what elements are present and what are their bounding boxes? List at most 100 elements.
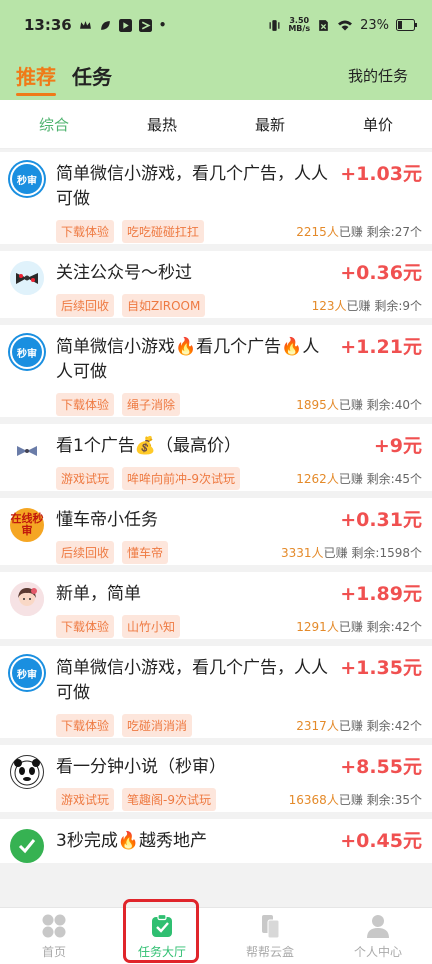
nav-profile-label: 个人中心	[353, 944, 402, 959]
task-card[interactable]: 秒审 简单微信小游戏，看几个广告，人人可做 +1.03元 下载体验 吃吃碰碰扛扛…	[0, 152, 432, 251]
task-title: 懂车帝小任务	[56, 510, 158, 530]
task-type-tag: 游戏试玩	[56, 466, 115, 490]
task-title: 看一分钟小说（秒审）	[56, 757, 226, 777]
task-app-tag: 懂车帝	[122, 540, 169, 564]
task-app-tag: 吃吃碰碰扛扛	[122, 219, 205, 243]
task-type-tag: 下载体验	[56, 713, 115, 737]
phone-box-icon	[262, 914, 280, 938]
app-icon	[138, 18, 152, 32]
task-price: +8.55元	[340, 756, 422, 778]
task-avatar: 秒审	[10, 335, 44, 369]
task-app-tag: 山竹小知	[122, 614, 181, 638]
task-avatar	[10, 829, 44, 863]
task-card[interactable]: 看一分钟小说（秒审） +8.55元 游戏试玩 笔趣阁-9次试玩 16368人已赚…	[0, 745, 432, 819]
task-avatar	[10, 261, 44, 295]
task-stats: 1895人已赚 剩余:40个	[296, 397, 422, 412]
tab-tasks[interactable]: 任务	[72, 61, 112, 90]
top-header: 推荐 任务 我的任务	[0, 50, 432, 100]
nav-profile[interactable]: 个人中心	[324, 908, 432, 964]
task-stats: 2215人已赚 剩余:27个	[296, 224, 422, 239]
task-stats: 2317人已赚 剩余:42个	[296, 718, 422, 733]
task-type-tag: 下载体验	[56, 219, 115, 243]
task-card[interactable]: 关注公众号～秒过 +0.36元 后续回收 自如ZIROOM 123人已赚 剩余:…	[0, 251, 432, 325]
home-grid-icon	[42, 914, 66, 937]
task-avatar: 在线秒审	[10, 508, 44, 542]
task-card[interactable]: 看1个广告💰（最高价） +9元 游戏试玩 哞哞向前冲-9次试玩 1262人已赚 …	[0, 424, 432, 498]
task-avatar	[10, 434, 44, 468]
task-list[interactable]: 秒审 简单微信小游戏，看几个广告，人人可做 +1.03元 下载体验 吃吃碰碰扛扛…	[0, 152, 432, 908]
filter-bar: 综合 最热 最新 单价	[0, 100, 432, 149]
task-card[interactable]: 新单，简单 +1.89元 下载体验 山竹小知 1291人已赚 剩余:42个	[0, 572, 432, 646]
task-card[interactable]: 秒审 简单微信小游戏🔥看几个广告🔥人人可做 +1.21元 下载体验 绳子消除 1…	[0, 325, 432, 424]
nav-cloud-box[interactable]: 帮帮云盒	[216, 908, 324, 964]
task-stats: 123人已赚 剩余:9个	[311, 298, 422, 313]
filter-newest[interactable]: 最新	[216, 114, 324, 135]
bow-icon	[17, 446, 37, 456]
task-card[interactable]: 在线秒审 懂车帝小任务 +0.31元 后续回收 懂车帝 3331人已赚 剩余:1…	[0, 498, 432, 572]
task-price: +1.35元	[340, 657, 422, 679]
task-app-tag: 吃碰消消消	[122, 713, 193, 737]
task-avatar: 秒审	[10, 656, 44, 690]
bottom-nav: 首页 任务大厅 帮帮云盒 个人中心	[0, 907, 432, 964]
nav-home-label: 首页	[41, 944, 66, 959]
filter-overall[interactable]: 综合	[0, 114, 108, 135]
filter-unit-price[interactable]: 单价	[324, 114, 432, 135]
play-icon	[118, 18, 132, 32]
task-title: 关注公众号～秒过	[56, 263, 192, 283]
task-title: 简单微信小游戏🔥看几个广告🔥人人可做	[56, 337, 320, 382]
task-price: +0.45元	[340, 830, 422, 852]
panda-avatar-icon	[14, 759, 40, 786]
task-type-tag: 后续回收	[56, 540, 115, 564]
task-app-tag: 笔趣阁-9次试玩	[122, 787, 216, 811]
nav-cloud-box-label: 帮帮云盒	[245, 944, 294, 959]
more-dot-icon: •	[158, 18, 167, 32]
status-bar: 13:36 • 3.50 MB/s 23%	[0, 0, 432, 50]
nav-task-hall[interactable]: 任务大厅	[108, 908, 216, 964]
task-price: +1.21元	[340, 336, 422, 358]
wifi-icon	[338, 20, 353, 30]
task-price: +0.31元	[340, 509, 422, 531]
task-price: +1.89元	[340, 583, 422, 605]
task-price: +0.36元	[340, 262, 422, 284]
task-stats: 3331人已赚 剩余:1598个	[281, 545, 422, 560]
task-avatar: 秒审	[10, 162, 44, 196]
task-card[interactable]: 秒审 简单微信小游戏，看几个广告，人人可做 +1.35元 下载体验 吃碰消消消 …	[0, 646, 432, 745]
filter-hottest[interactable]: 最热	[108, 114, 216, 135]
no-sim-icon	[319, 19, 328, 31]
task-type-tag: 后续回收	[56, 293, 115, 317]
task-title: 看1个广告💰（最高价）	[56, 436, 241, 456]
nav-home[interactable]: 首页	[0, 908, 108, 964]
check-icon	[18, 839, 36, 854]
clipboard-check-icon	[152, 913, 172, 937]
task-app-tag: 自如ZIROOM	[122, 293, 206, 317]
task-card[interactable]: 3秒完成🔥越秀地产 +0.45元	[0, 819, 432, 870]
crown-icon	[79, 20, 91, 29]
task-app-tag: 绳子消除	[122, 392, 181, 416]
bowtie-avatar-icon	[10, 261, 44, 295]
leaf-icon	[100, 20, 110, 30]
task-stats: 1291人已赚 剩余:42个	[296, 619, 422, 634]
task-avatar	[10, 755, 44, 789]
task-price: +9元	[373, 435, 422, 457]
battery-percent: 23%	[360, 17, 389, 33]
task-title: 3秒完成🔥越秀地产	[56, 831, 207, 851]
girl-avatar-icon	[10, 582, 44, 616]
tab-recommend[interactable]: 推荐	[16, 61, 56, 96]
task-title: 简单微信小游戏，看几个广告，人人可做	[56, 164, 328, 209]
task-type-tag: 下载体验	[56, 392, 115, 416]
task-type-tag: 下载体验	[56, 614, 115, 638]
task-stats: 16368人已赚 剩余:35个	[288, 792, 422, 807]
task-title: 新单，简单	[56, 584, 141, 604]
my-tasks-link[interactable]: 我的任务	[348, 65, 408, 86]
network-speed: 3.50 MB/s	[288, 16, 311, 33]
vibrate-icon	[269, 19, 280, 31]
task-app-tag: 哞哞向前冲-9次试玩	[122, 466, 240, 490]
task-title: 简单微信小游戏，看几个广告，人人可做	[56, 658, 328, 703]
task-avatar	[10, 582, 44, 616]
task-price: +1.03元	[340, 163, 422, 185]
nav-task-hall-label: 任务大厅	[137, 944, 186, 959]
battery-icon	[396, 19, 417, 31]
user-icon	[367, 914, 389, 938]
task-stats: 1262人已赚 剩余:45个	[296, 471, 422, 486]
task-type-tag: 游戏试玩	[56, 787, 115, 811]
